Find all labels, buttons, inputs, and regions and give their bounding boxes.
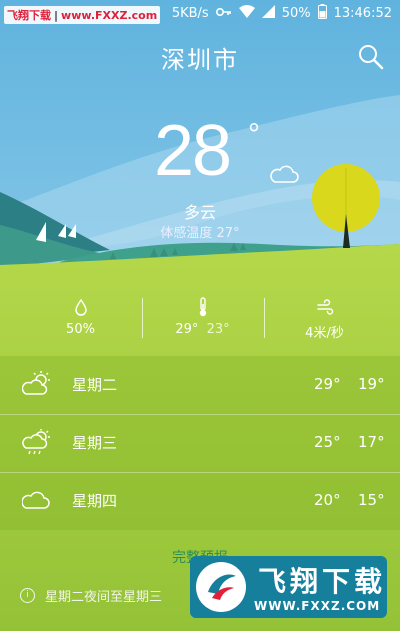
wifi-icon [238,5,255,22]
forecast-day: 星期三 [72,434,118,452]
status-bar: 飞翔下载 | www.FXXZ.com 5KB/s 50% 13:46:52 [0,0,400,26]
watermark-text: 飞翔下载 | www.FXXZ.com [4,6,161,24]
feels-like-temperature: 体感温度 27° [160,226,240,241]
humidity-value: 50% [66,322,95,337]
weather-alert[interactable]: i 星期二夜间至星期三 [20,586,162,605]
weather-metrics: 50% 29° 23° 4米/秒 [0,296,400,348]
battery-percent: 50% [281,6,311,21]
forecast-day: 星期二 [72,376,118,394]
watermark-logo-url: WWW.FXXZ.COM [254,599,381,613]
forecast-day: 星期四 [72,492,118,510]
temperature-range-metric: 29° 23° [136,296,269,337]
battery-icon [317,4,327,23]
cloud-icon [269,163,299,185]
cloudy-rain-icon [22,428,52,456]
forecast-low: 19° [358,375,385,393]
thermometer-icon [136,296,269,318]
search-button[interactable] [356,42,386,72]
status-indicators: 5KB/s 50% 13:46:52 [172,4,392,23]
clock: 13:46:52 [333,6,392,21]
temperature-range: 29° 23° [136,322,269,337]
forecast-row[interactable]: 星期三 25° 17° [0,414,400,472]
watermark-logo-title: 飞翔下载 [258,565,387,598]
partly-cloudy-icon [21,370,52,398]
humidity-drop-icon [14,296,147,318]
temp-low: 23° [206,322,230,337]
forecast-row[interactable]: 星期四 20° 15° [0,472,400,530]
cloud-icon [21,486,52,514]
alert-text: 星期二夜间至星期三 [45,590,163,605]
key-icon [215,6,232,21]
temp-high: 29° [175,322,199,337]
forecast-high: 29° [314,375,341,393]
city-name[interactable]: 深圳市 [0,40,400,75]
forecast-row[interactable]: 星期二 29° 19° [0,356,400,414]
forecast-high: 25° [314,433,341,451]
humidity-metric: 50% [14,296,147,337]
forecast-high: 20° [314,491,341,509]
watermark-logo: 飞翔下载 WWW.FXXZ.COM [190,556,387,618]
wind-speed: 4米/秒 [305,326,344,341]
degree-symbol: ° [248,118,260,151]
forecast-low: 15° [358,491,385,509]
forecast-low: 17° [358,433,385,451]
info-icon: i [20,588,35,603]
signal-icon [261,5,275,22]
current-temperature: 28 [154,111,232,191]
forecast-list: 星期二 29° 19° 星期三 25° 17° 星期四 20° 15° [0,356,400,530]
watermark-url: www.FXXZ.com [61,9,158,22]
search-icon [359,45,384,70]
watermark-logo-mark [196,562,246,612]
wind-icon [258,296,391,318]
wind-metric: 4米/秒 [258,296,391,341]
network-speed: 5KB/s [171,6,209,21]
watermark-name: 飞翔下载 [7,9,51,22]
current-condition: 多云 [183,203,216,222]
